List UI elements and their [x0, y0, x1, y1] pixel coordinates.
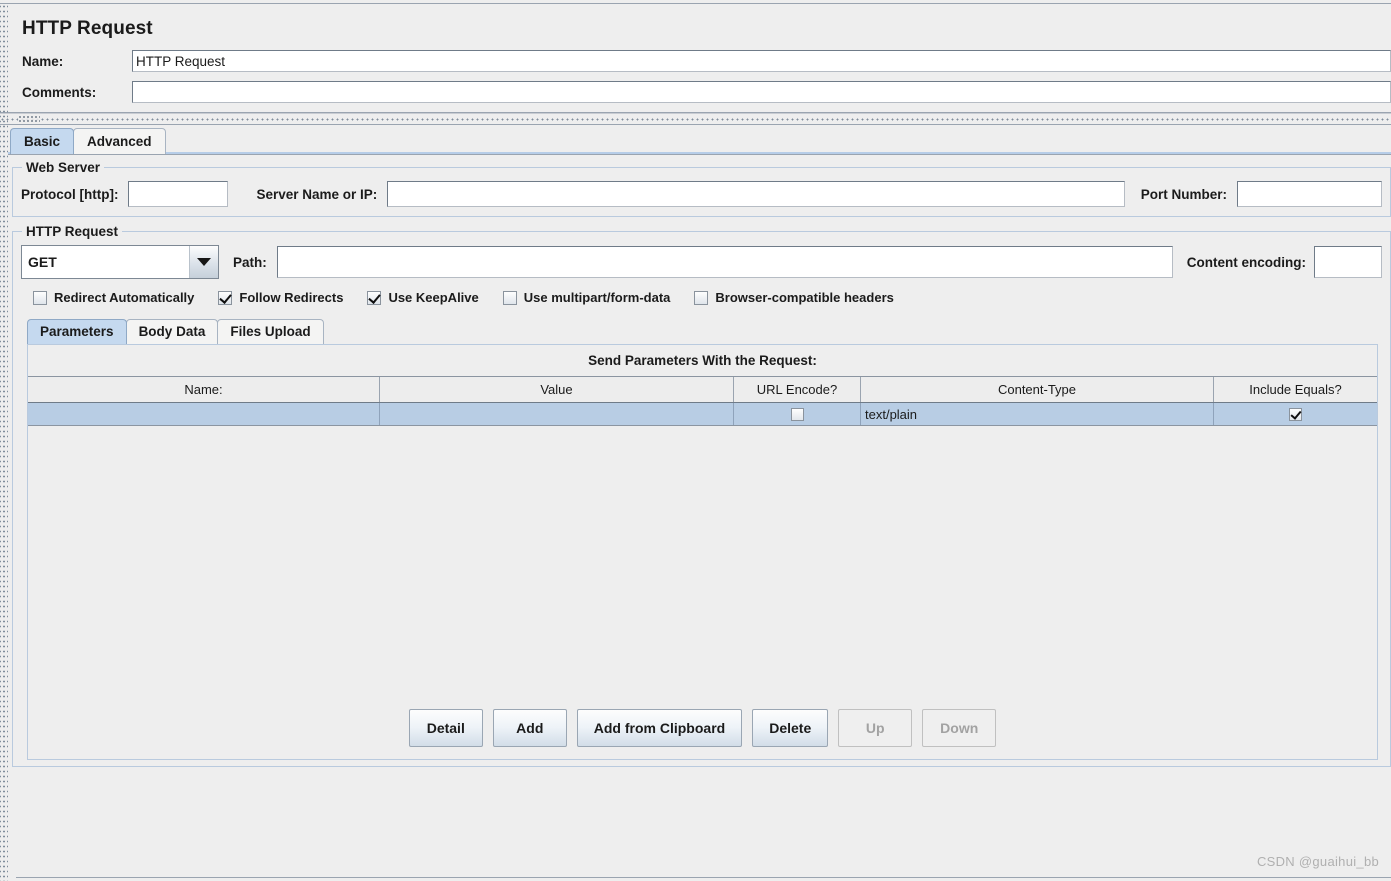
server-name-label: Server Name or IP:: [256, 186, 378, 202]
delete-button[interactable]: Delete: [752, 709, 829, 747]
web-server-row: Protocol [http]: Server Name or IP: Port…: [19, 181, 1384, 207]
column-header-include-equals[interactable]: Include Equals?: [1214, 377, 1377, 402]
name-field-row: Name:: [22, 50, 1391, 72]
checkbox-checked-icon[interactable]: [1289, 407, 1302, 421]
checkbox-checked-icon[interactable]: [367, 290, 382, 305]
tab-basic[interactable]: Basic: [10, 128, 75, 154]
comments-field-row: Comments:: [22, 81, 1391, 103]
protocol-label: Protocol [http]:: [21, 186, 119, 202]
down-button: Down: [922, 709, 997, 747]
checkbox-label: Use multipart/form-data: [523, 290, 671, 305]
checkbox-box-icon[interactable]: [33, 290, 47, 305]
checkbox-use-multipart-form-data[interactable]: Use multipart/form-data: [502, 290, 671, 305]
comments-label: Comments:: [22, 84, 97, 100]
cell-value[interactable]: [380, 403, 734, 425]
basic-tab-content: Web Server Protocol [http]: Server Name …: [8, 154, 1391, 881]
checkbox-follow-redirects[interactable]: Follow Redirects: [218, 290, 343, 305]
cell-name[interactable]: [28, 403, 380, 425]
cell-include-equals[interactable]: [1214, 403, 1377, 425]
method-combobox[interactable]: GET: [21, 245, 219, 279]
panel-splitter[interactable]: [0, 113, 1391, 125]
up-button: Up: [838, 709, 913, 747]
chevron-down-icon[interactable]: [190, 246, 218, 278]
column-header-name[interactable]: Name:: [28, 377, 380, 402]
parameters-table: Name: Value URL Encode? Content-Type Inc…: [28, 376, 1377, 701]
table-row[interactable]: text/plain: [28, 403, 1377, 426]
cell-content-type[interactable]: text/plain: [861, 403, 1214, 425]
tab-files-upload[interactable]: Files Upload: [217, 319, 324, 344]
port-number-label: Port Number:: [1140, 186, 1227, 202]
parameters-panel-title: Send Parameters With the Request:: [588, 353, 817, 368]
name-input[interactable]: [132, 50, 1391, 72]
checkbox-checked-icon[interactable]: [218, 290, 233, 305]
table-empty-area[interactable]: [28, 426, 1377, 701]
http-request-group: HTTP Request GET Path: Content encoding:…: [12, 224, 1391, 767]
content-encoding-input[interactable]: [1314, 246, 1382, 278]
parameters-tabstrip: Parameters Body Data Files Upload: [19, 317, 1384, 344]
table-header-row: Name: Value URL Encode? Content-Type Inc…: [28, 377, 1377, 403]
checkbox-label: Browser-compatible headers: [715, 290, 894, 305]
add-from-clipboard-button[interactable]: Add from Clipboard: [576, 709, 743, 747]
checkbox-label: Use KeepAlive: [388, 290, 479, 305]
path-input[interactable]: [276, 246, 1173, 278]
cell-url-encode[interactable]: [734, 403, 861, 425]
add-button[interactable]: Add: [492, 709, 567, 747]
window-bottom-border: [16, 877, 1391, 881]
tab-parameters[interactable]: Parameters: [27, 319, 127, 344]
detail-button[interactable]: Detail: [408, 709, 483, 747]
checkbox-box-icon[interactable]: [502, 290, 517, 305]
comments-input[interactable]: [132, 81, 1391, 103]
main-tabstrip: Basic Advanced: [0, 125, 1391, 154]
column-header-value[interactable]: Value: [380, 377, 734, 402]
protocol-input[interactable]: [128, 181, 229, 207]
checkbox-browser-compatible-headers[interactable]: Browser-compatible headers: [694, 290, 894, 305]
checkbox-label: Redirect Automatically: [54, 290, 195, 305]
column-header-content-type[interactable]: Content-Type: [861, 377, 1214, 402]
parameters-panel: Send Parameters With the Request: Name: …: [27, 344, 1378, 760]
method-combobox-value: GET: [22, 246, 190, 278]
parameters-button-bar: Detail Add Add from Clipboard Delete Up …: [28, 701, 1377, 759]
checkbox-label: Follow Redirects: [239, 290, 344, 305]
web-server-legend: Web Server: [22, 160, 105, 175]
page-title: HTTP Request: [22, 18, 153, 39]
name-label: Name:: [22, 53, 64, 69]
column-header-url-encode[interactable]: URL Encode?: [734, 377, 861, 402]
tab-body-data[interactable]: Body Data: [125, 319, 219, 344]
method-path-row: GET Path: Content encoding:: [19, 245, 1384, 279]
http-request-legend: HTTP Request: [22, 224, 123, 239]
tab-advanced[interactable]: Advanced: [73, 128, 166, 154]
port-number-input[interactable]: [1237, 181, 1382, 207]
checkbox-box-icon[interactable]: [694, 290, 709, 305]
checkbox-box-icon[interactable]: [790, 407, 804, 421]
http-request-window: HTTP Request Name: Comments: Basic Advan…: [0, 0, 1391, 881]
web-server-group: Web Server Protocol [http]: Server Name …: [12, 160, 1391, 217]
header-panel: HTTP Request Name: Comments:: [0, 4, 1391, 113]
path-label: Path:: [233, 254, 267, 270]
server-name-input[interactable]: [387, 181, 1125, 207]
checkbox-redirect-automatically[interactable]: Redirect Automatically: [33, 290, 194, 305]
checkbox-use-keepalive[interactable]: Use KeepAlive: [367, 290, 479, 305]
request-options-row: Redirect Automatically Follow Redirects …: [33, 290, 1384, 305]
content-encoding-label: Content encoding:: [1186, 254, 1306, 270]
